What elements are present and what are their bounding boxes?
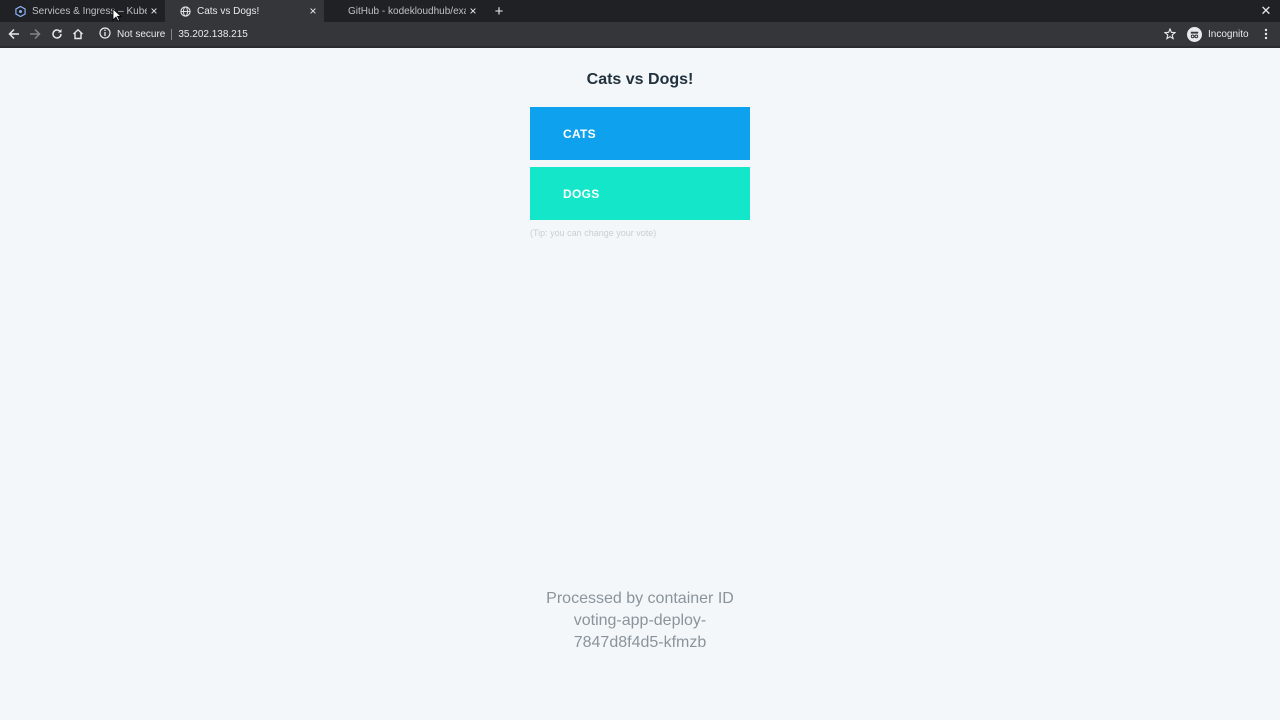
vote-dogs-button[interactable]: DOGS xyxy=(530,167,750,220)
new-tab-button[interactable]: + xyxy=(490,2,508,20)
arrow-left-icon xyxy=(8,28,19,40)
tab-title: Cats vs Dogs! xyxy=(197,5,260,17)
bookmark-star-button[interactable] xyxy=(1161,25,1179,43)
kebab-menu-icon xyxy=(1264,28,1268,40)
home-button[interactable] xyxy=(69,25,87,43)
address-bar[interactable]: Not secure 35.202.138.215 xyxy=(95,24,1185,44)
home-icon xyxy=(73,28,83,40)
tab-title: Services & Ingress – Kubernetes xyxy=(32,5,147,17)
tab-cats-vs-dogs[interactable]: Cats vs Dogs! × xyxy=(165,0,324,22)
incognito-icon xyxy=(1187,26,1202,42)
container-id-footer: Processed by container ID voting-app-dep… xyxy=(0,588,1280,654)
reload-button[interactable] xyxy=(48,25,66,43)
divider xyxy=(171,28,173,40)
browser-menu-button[interactable] xyxy=(1259,25,1273,43)
forward-button[interactable] xyxy=(26,25,44,43)
info-icon[interactable] xyxy=(99,27,113,41)
tab-strip: Services & Ingress – Kubernetes × Cats v… xyxy=(0,0,1280,22)
footer-line: voting-app-deploy- xyxy=(573,612,707,629)
kubernetes-icon xyxy=(14,5,26,17)
close-tab-icon[interactable]: × xyxy=(147,4,161,18)
close-tab-icon[interactable]: × xyxy=(466,4,480,18)
url-text[interactable]: 35.202.138.215 xyxy=(178,29,248,40)
page-title: Cats vs Dogs! xyxy=(586,71,694,88)
mouse-cursor-icon xyxy=(112,8,122,22)
incognito-profile-button[interactable]: Incognito xyxy=(1187,25,1249,43)
arrow-right-icon xyxy=(30,28,41,40)
vote-cats-button[interactable]: CATS xyxy=(530,107,750,160)
footer-line: Processed by container ID xyxy=(546,590,734,607)
window-close-button[interactable]: ✕ xyxy=(1258,2,1274,20)
security-label: Not secure xyxy=(117,28,166,40)
profile-label: Incognito xyxy=(1208,28,1249,40)
tab-title: GitHub - kodekloudhub/example-voting-app xyxy=(348,5,466,17)
globe-icon xyxy=(179,5,191,17)
star-icon xyxy=(1164,28,1176,40)
tip-text: (Tip: you can change your vote) xyxy=(530,228,657,238)
browser-toolbar: Not secure 35.202.138.215 Incognito xyxy=(0,22,1280,46)
tab-services-ingress[interactable]: Services & Ingress – Kubernetes × xyxy=(0,0,165,22)
footer-line: 7847d8f4d5-kfmzb xyxy=(573,634,707,651)
tab-github[interactable]: GitHub - kodekloudhub/example-voting-app… xyxy=(324,0,484,22)
toolbar-divider xyxy=(0,46,1280,48)
close-tab-icon[interactable]: × xyxy=(306,4,320,18)
reload-icon xyxy=(52,29,62,39)
back-button[interactable] xyxy=(5,25,23,43)
